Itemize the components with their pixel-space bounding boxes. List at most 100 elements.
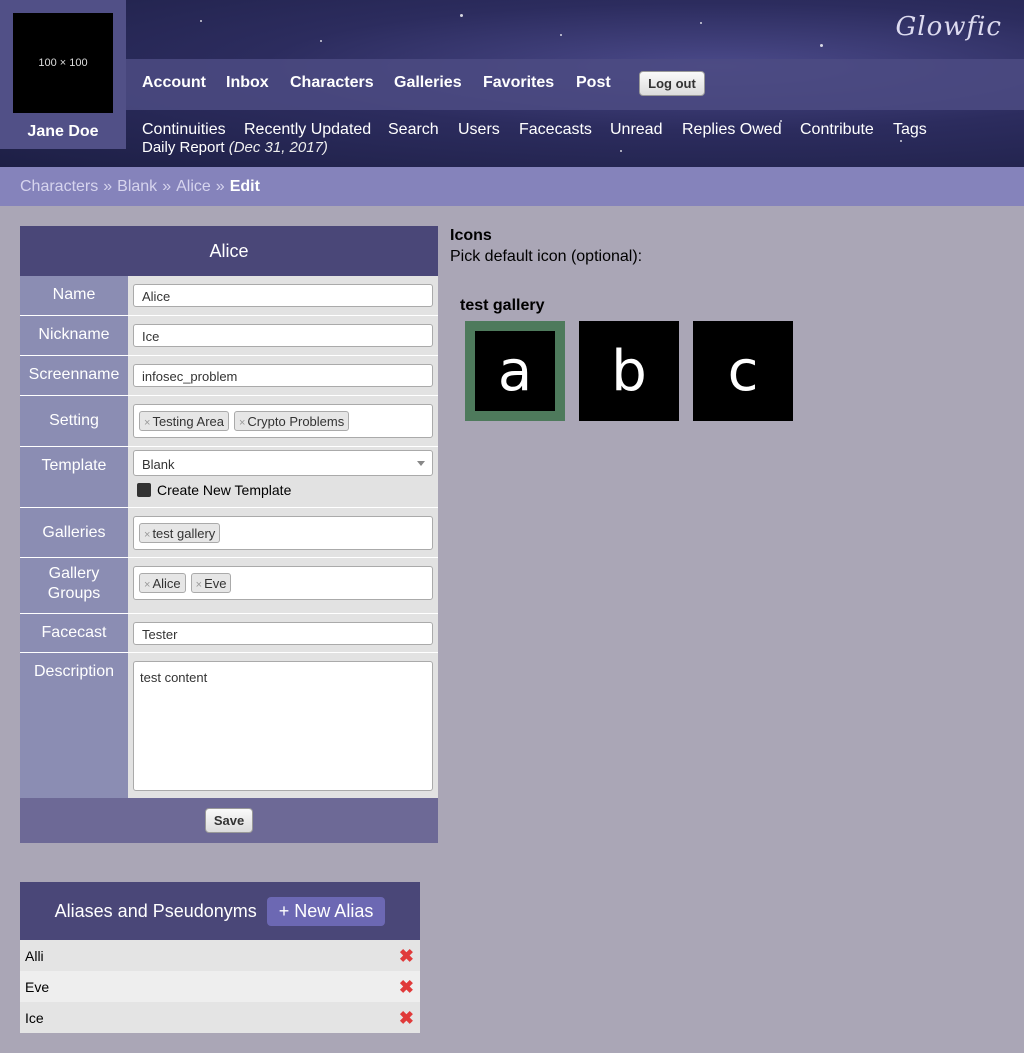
setting-row: Setting × Testing Area × Crypto Problems	[20, 396, 438, 447]
user-box: 100 × 100 Jane Doe	[0, 0, 126, 149]
aliases-header: Aliases and Pseudonyms + New Alias	[20, 882, 420, 940]
alias-name: Alli	[25, 947, 44, 964]
form-footer: Save	[20, 798, 438, 843]
facecast-row: Facecast Tester	[20, 614, 438, 653]
setting-tag: × Testing Area	[139, 411, 229, 431]
setting-label: Setting	[20, 396, 128, 446]
gallery-groups-row: Gallery Groups × Alice × Eve	[20, 558, 438, 614]
remove-tag-icon[interactable]: ×	[144, 529, 150, 541]
avatar[interactable]: 100 × 100	[13, 13, 113, 113]
description-label: Description	[20, 653, 128, 798]
facecast-label: Facecast	[20, 614, 128, 652]
name-input[interactable]: Alice	[133, 284, 433, 307]
icons-panel: Icons Pick default icon (optional): test…	[450, 226, 793, 421]
facecast-input[interactable]: Tester	[133, 622, 433, 645]
alias-name: Eve	[25, 978, 50, 995]
subnav-recently-updated[interactable]: Recently Updated	[244, 121, 371, 139]
icon-letter: c	[727, 338, 759, 404]
breadcrumb-characters[interactable]: Characters	[20, 178, 98, 195]
breadcrumb-template[interactable]: Blank	[117, 178, 157, 195]
setting-select[interactable]: × Testing Area × Crypto Problems	[133, 404, 433, 438]
breadcrumb-current: Edit	[229, 178, 260, 195]
nav-post[interactable]: Post	[576, 74, 611, 92]
galleries-row: Galleries × test gallery	[20, 508, 438, 558]
nickname-row: Nickname Ice	[20, 316, 438, 356]
gallery-groups-select[interactable]: × Alice × Eve	[133, 566, 433, 600]
subnav-contribute[interactable]: Contribute	[800, 121, 874, 139]
remove-tag-icon[interactable]: ×	[144, 579, 150, 591]
subnav-search[interactable]: Search	[388, 121, 439, 139]
icon-letter: b	[611, 338, 647, 404]
icon-tile[interactable]: c	[693, 321, 793, 421]
icons-title: Icons	[450, 227, 492, 244]
save-button[interactable]: Save	[205, 808, 253, 833]
description-row: Description test content	[20, 653, 438, 798]
daily-report-date: (Dec 31, 2017)	[228, 139, 328, 156]
template-selected-value: Blank	[142, 457, 175, 472]
nickname-input[interactable]: Ice	[133, 324, 433, 347]
breadcrumb: Characters» Blank» Alice» Edit	[0, 167, 1024, 206]
alias-row: Alli ✖	[20, 940, 420, 971]
nav-galleries[interactable]: Galleries	[394, 74, 462, 92]
icon-letter: a	[497, 338, 533, 404]
icon-tile-selected[interactable]: a	[465, 321, 565, 421]
subnav-facecasts[interactable]: Facecasts	[519, 121, 592, 139]
subnav-users[interactable]: Users	[458, 121, 500, 139]
gallery-name: test gallery	[460, 297, 545, 314]
gallery-groups-label: Gallery Groups	[20, 558, 128, 613]
create-template-label: Create New Template	[157, 482, 292, 498]
remove-tag-icon[interactable]: ×	[196, 579, 202, 591]
alias-row: Ice ✖	[20, 1002, 420, 1033]
delete-icon[interactable]: ✖	[399, 1009, 414, 1027]
nav-favorites[interactable]: Favorites	[483, 74, 554, 92]
subnav-tags[interactable]: Tags	[893, 121, 927, 139]
gallery-group-tag: × Alice	[139, 573, 186, 593]
daily-report-label: Daily Report	[142, 139, 225, 156]
breadcrumb-separator: »	[162, 178, 172, 195]
chevron-down-icon	[417, 461, 425, 466]
nickname-label: Nickname	[20, 316, 128, 355]
breadcrumb-separator: »	[103, 178, 113, 195]
breadcrumb-separator: »	[215, 178, 225, 195]
main-nav: Account Inbox Characters Galleries Favor…	[126, 59, 1024, 110]
form-title: Alice	[20, 226, 438, 276]
delete-icon[interactable]: ✖	[399, 947, 414, 965]
delete-icon[interactable]: ✖	[399, 978, 414, 996]
gallery-tag: × test gallery	[139, 523, 221, 543]
screenname-row: Screenname infosec_problem	[20, 356, 438, 396]
icons-subtitle: Pick default icon (optional):	[450, 248, 643, 265]
alias-name: Ice	[25, 1009, 44, 1026]
template-label: Template	[20, 447, 128, 507]
nav-account[interactable]: Account	[142, 74, 206, 92]
icon-tile[interactable]: b	[579, 321, 679, 421]
template-select[interactable]: Blank	[133, 450, 433, 476]
new-alias-button[interactable]: + New Alias	[266, 896, 386, 926]
remove-tag-icon[interactable]: ×	[239, 417, 245, 429]
name-label: Name	[20, 276, 128, 315]
description-textarea[interactable]: test content	[133, 661, 433, 791]
screenname-input[interactable]: infosec_problem	[133, 364, 433, 387]
template-row: Template Blank Create New Template	[20, 447, 438, 508]
name-row: Name Alice	[20, 276, 438, 316]
remove-tag-icon[interactable]: ×	[144, 417, 150, 429]
screenname-label: Screenname	[20, 356, 128, 395]
username[interactable]: Jane Doe	[0, 123, 126, 141]
aliases-panel: Aliases and Pseudonyms + New Alias Alli …	[20, 882, 420, 1033]
site-logo[interactable]: Glowfic	[896, 12, 1003, 42]
daily-report-link[interactable]: Daily Report (Dec 31, 2017)	[142, 139, 328, 156]
alias-list: Alli ✖ Eve ✖ Ice ✖	[20, 940, 420, 1033]
aliases-title: Aliases and Pseudonyms	[54, 900, 257, 921]
site-header: 100 × 100 Jane Doe Glowfic Account Inbox…	[0, 0, 1024, 167]
subnav-continuities[interactable]: Continuities	[142, 121, 226, 139]
nav-inbox[interactable]: Inbox	[226, 74, 269, 92]
character-edit-form: Alice Name Alice Nickname Ice Screenname…	[20, 226, 438, 843]
create-template-checkbox[interactable]	[137, 483, 151, 497]
galleries-select[interactable]: × test gallery	[133, 516, 433, 550]
nav-characters[interactable]: Characters	[290, 74, 374, 92]
logout-button[interactable]: Log out	[639, 71, 705, 96]
subnav-unread[interactable]: Unread	[610, 121, 662, 139]
alias-row: Eve ✖	[20, 971, 420, 1002]
subnav-replies-owed[interactable]: Replies Owed	[682, 121, 782, 139]
breadcrumb-character[interactable]: Alice	[176, 178, 211, 195]
gallery-group-tag: × Eve	[190, 573, 232, 593]
